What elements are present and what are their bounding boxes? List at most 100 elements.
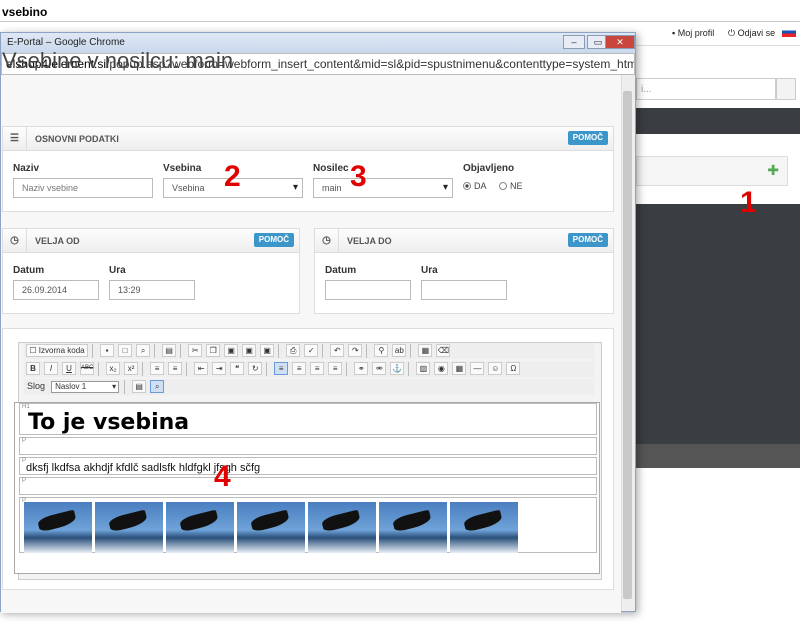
bullet-list-icon[interactable]: ≡ [168,362,183,375]
content-image[interactable] [237,502,305,553]
undo-icon[interactable]: ↶ [330,344,345,357]
scrollbar-thumb[interactable] [623,91,632,599]
annotation-number-3: 3 [350,160,367,193]
replace-icon[interactable]: ab [392,344,407,357]
background-search-button[interactable] [776,78,796,100]
templates-icon[interactable]: ▤ [162,344,177,357]
datum-from-input[interactable]: 26.09.2014 [13,280,99,300]
strike-icon[interactable]: ABC [80,362,94,375]
superscript-icon[interactable]: x² [124,362,139,375]
table-icon[interactable]: ▦ [452,362,467,375]
panel-header: ☰ OSNOVNI PODATKI POMOČ [3,127,613,151]
anchor-icon[interactable]: ⚓ [390,362,405,375]
editor-toolbar-row-1: ☐ Izvorna koda ▪ □ ⌕ ▤ ✂ ❐ ▣ ▣ ▣ ⎙ ✓ ↶ ↷ ⚲ ab ▦ ⌫ [24,343,594,359]
background-page-title: vsebino [0,0,800,22]
flag-icon[interactable] [782,27,796,37]
panel-header: ◷ VELJA DO POMOČ [315,229,613,253]
ura-label: Ura [109,265,126,276]
help-button[interactable]: POMOČ [567,233,608,247]
blockquote-icon[interactable]: ❝ [230,362,245,375]
editor-toolbar-row-2: B I U ABC x₂ x² ≡ ≡ ⇤ ⇥ ❝ ↻ ≡ ≡ ≡ ≡ ⚭ ⚮ ⚓ ▨ ◉ ▦ — ☺ Ω [24,361,594,377]
close-icon[interactable]: ✕ [605,35,635,49]
clock-icon: ◷ [3,229,27,252]
paste-icon[interactable]: ▣ [224,344,239,357]
show-blocks-icon[interactable]: ▤ [132,380,147,393]
redo-icon[interactable]: ↷ [348,344,363,357]
nosilec-select[interactable]: main [313,178,453,198]
content-image[interactable] [24,502,92,553]
horizontal-rule-icon[interactable]: — [470,362,485,375]
underline-icon[interactable]: U [62,362,76,375]
ura-from-input[interactable]: 13:29 [109,280,195,300]
unlink-icon[interactable]: ⚮ [372,362,387,375]
content-image[interactable] [95,502,163,553]
flash-icon[interactable]: ◉ [434,362,449,375]
radio-da[interactable]: DA [463,181,487,191]
new-page-icon[interactable]: □ [118,344,133,357]
italic-icon[interactable]: I [44,362,58,375]
find-icon[interactable]: ⚲ [374,344,389,357]
image-paragraph[interactable]: P [19,497,597,553]
link-icon[interactable]: ⚭ [354,362,369,375]
align-left-icon[interactable]: ≡ [274,362,289,375]
smiley-icon[interactable]: ☺ [488,362,503,375]
help-button[interactable]: POMOČ [253,233,294,247]
numbered-list-icon[interactable]: ≡ [150,362,165,375]
ura-to-input[interactable] [421,280,507,300]
basic-data-panel: ☰ OSNOVNI PODATKI POMOČ Naziv Naziv vseb… [2,126,614,212]
empty-paragraph[interactable]: P [19,437,597,455]
justify-icon[interactable]: ≡ [328,362,343,375]
minimize-icon[interactable]: – [563,35,585,49]
background-search-input[interactable]: i... [636,78,776,100]
valid-to-panel: ◷ VELJA DO POMOČ Datum Ura [314,228,614,314]
align-center-icon[interactable]: ≡ [292,362,307,375]
empty-paragraph[interactable]: P [19,477,597,495]
datum-to-input[interactable] [325,280,411,300]
help-button[interactable]: POMOČ [567,131,608,145]
heading-block[interactable]: H1 To je vsebina [19,403,597,435]
logout-link[interactable]: ⏻ Odjavi se [728,28,775,39]
content-image[interactable] [379,502,447,553]
maximize-editor-icon[interactable]: ⌕ [150,380,165,393]
remove-format-icon[interactable]: ⌫ [436,344,451,357]
copy-icon[interactable]: ❐ [206,344,221,357]
naziv-input[interactable]: Naziv vsebine [13,178,153,198]
annotation-number-1: 1 [740,186,757,219]
paste-word-icon[interactable]: ▣ [260,344,275,357]
annotation-number-2: 2 [224,160,241,193]
image-icon[interactable]: ▨ [416,362,431,375]
cut-icon[interactable]: ✂ [188,344,203,357]
print-icon[interactable]: ⎙ [286,344,301,357]
text-paragraph[interactable]: P dksfj lkdfsa akhdjf kfdlč sadlsfk hldf… [19,457,597,475]
indent-icon[interactable]: ⇥ [212,362,227,375]
style-select[interactable]: Naslov 1 ▾ [51,381,120,393]
preview-icon[interactable]: ⌕ [136,344,151,357]
valid-from-panel: ◷ VELJA OD POMOČ Datum 26.09.2014 Ura 13… [2,228,300,314]
content-image[interactable] [308,502,376,553]
subscript-icon[interactable]: x₂ [106,362,121,375]
clock-icon: ◷ [315,229,339,252]
paste-text-icon[interactable]: ▣ [242,344,257,357]
align-right-icon[interactable]: ≡ [310,362,325,375]
datum-label: Datum [325,265,357,276]
list-icon: ☰ [3,127,27,150]
radio-ne[interactable]: NE [499,181,523,191]
save-icon[interactable]: ▪ [100,344,115,357]
background-add-icon[interactable]: ✚ [636,156,788,186]
spellcheck-icon[interactable]: ✓ [304,344,319,357]
div-icon[interactable]: ↻ [248,362,263,375]
bold-icon[interactable]: B [26,362,40,375]
outdent-icon[interactable]: ⇤ [194,362,209,375]
content-heading: To je vsebina [28,410,190,435]
source-code-button[interactable]: ☐ Izvorna koda [26,344,88,357]
select-all-icon[interactable]: ▦ [418,344,433,357]
page-title: Vsebine v nosilcu: main [2,48,234,73]
profile-link[interactable]: ▪ Moj profil [672,28,714,38]
editor-content-area[interactable]: H1 To je vsebina P P dksfj lkdfsa akhdjf… [14,402,600,574]
special-char-icon[interactable]: Ω [506,362,521,375]
content-image[interactable] [166,502,234,553]
naziv-label: Naziv [13,163,40,174]
content-image[interactable] [450,502,518,553]
background-navbar [636,108,800,134]
background-content-area [636,204,800,444]
